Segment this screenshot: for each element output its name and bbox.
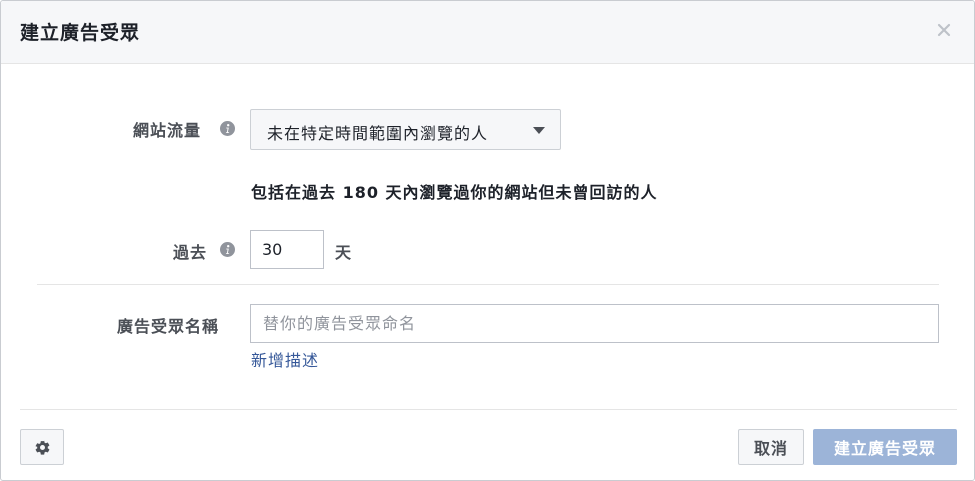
create-audience-button[interactable]: 建立廣告受眾 [813,429,957,465]
cancel-button[interactable]: 取消 [738,429,804,465]
info-icon[interactable] [220,242,235,257]
close-icon[interactable] [932,18,956,42]
traffic-label: 網站流量 [133,121,202,140]
create-audience-dialog: 建立廣告受眾 網站流量 未在特定時間範圍內瀏覽的人 包括在過去 180 天內瀏覽… [0,0,975,481]
settings-button[interactable] [20,429,64,465]
period-label: 過去 [173,243,208,262]
audience-name-input[interactable] [250,304,939,343]
chevron-down-icon [533,127,545,134]
info-icon[interactable] [220,121,235,136]
audience-name-label: 廣告受眾名稱 [117,317,220,336]
traffic-dropdown-value: 未在特定時間範圍內瀏覽的人 [267,124,489,143]
add-description-link[interactable]: 新增描述 [251,347,319,371]
traffic-helper-text: 包括在過去 180 天內瀏覽過你的網站但未曾回訪的人 [251,183,658,202]
dialog-header: 建立廣告受眾 [1,1,974,64]
section-divider [37,284,939,285]
footer-divider [20,409,957,410]
days-unit-label: 天 [335,243,352,262]
traffic-dropdown[interactable]: 未在特定時間範圍內瀏覽的人 [250,109,561,150]
days-input[interactable] [250,230,324,269]
dialog-title: 建立廣告受眾 [20,22,141,44]
